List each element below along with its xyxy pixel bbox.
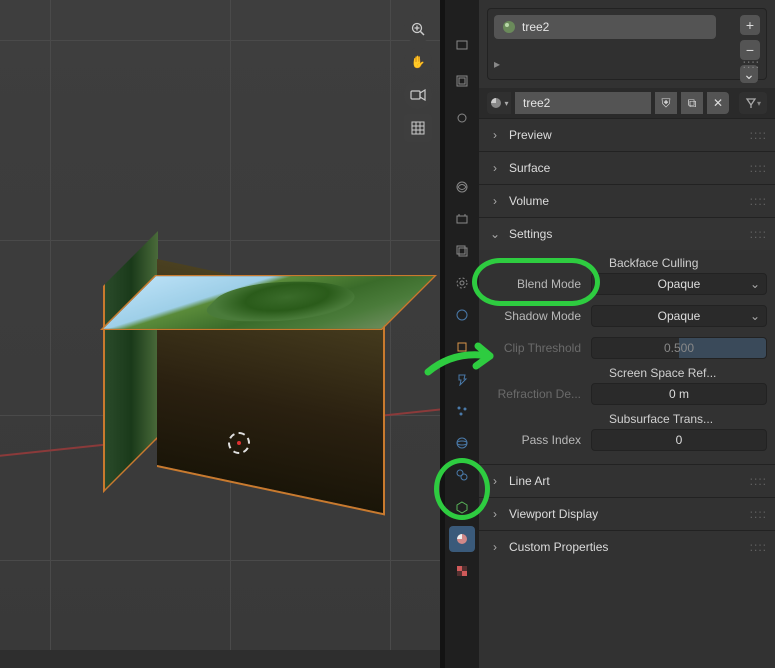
- hand-icon[interactable]: ✋: [404, 48, 432, 76]
- clip-threshold-field[interactable]: 0.500: [591, 337, 767, 359]
- backface-culling-row[interactable]: Backface Culling: [487, 256, 767, 270]
- properties-tab-strip: [445, 168, 479, 668]
- 3d-viewport[interactable]: ✋: [0, 0, 440, 650]
- panel-header-surface[interactable]: ›Surface::::: [479, 152, 775, 184]
- teapot-icon[interactable]: [453, 108, 471, 126]
- tab-render[interactable]: [449, 174, 475, 200]
- tab-world[interactable]: [449, 302, 475, 328]
- render-properties-icon[interactable]: [453, 36, 471, 54]
- tab-material[interactable]: [449, 526, 475, 552]
- material-name-field[interactable]: tree2: [515, 92, 651, 114]
- chevron-right-icon: ›: [489, 474, 501, 488]
- panel-header-custom-properties[interactable]: ›Custom Properties::::: [479, 531, 775, 563]
- material-slot-list[interactable]: tree2 + − ⌄ ▸ ::::: [487, 8, 767, 80]
- settings-panel-body: Backface Culling Blend Mode Opaque Shado…: [479, 250, 775, 464]
- material-datablock-row: ▾ tree2 ⛨ ⧉ ✕ ▾: [479, 88, 775, 118]
- tab-output[interactable]: [449, 206, 475, 232]
- play-icon: ▸: [494, 57, 500, 75]
- perspective-grid-icon[interactable]: [404, 114, 432, 142]
- clip-threshold-label: Clip Threshold: [487, 341, 591, 355]
- properties-panel: ■ tree2 › ◐ tree2 tree2 + − ⌄ ▸ :::: ▾ t…: [479, 0, 775, 668]
- cube-face-left: [103, 231, 158, 493]
- pass-index-field[interactable]: 0: [591, 429, 767, 451]
- shadow-mode-label: Shadow Mode: [487, 309, 591, 323]
- blend-mode-dropdown[interactable]: Opaque: [591, 273, 767, 295]
- panel-header-viewport-display[interactable]: ›Viewport Display::::: [479, 498, 775, 530]
- material-ball-icon: [502, 20, 516, 34]
- chevron-right-icon: ›: [489, 161, 501, 175]
- pin-dropdown-button[interactable]: ▾: [739, 92, 767, 114]
- chevron-right-icon: ›: [489, 128, 501, 142]
- camera-icon[interactable]: [404, 81, 432, 109]
- material-slot-item[interactable]: tree2: [494, 15, 716, 39]
- panel-header-volume[interactable]: ›Volume::::: [479, 185, 775, 217]
- tab-viewlayer[interactable]: [449, 238, 475, 264]
- panel-header-preview[interactable]: ›Preview::::: [479, 119, 775, 151]
- chevron-right-icon: ›: [489, 194, 501, 208]
- shield-icon[interactable]: ⛨: [655, 92, 677, 114]
- tab-particles[interactable]: [449, 398, 475, 424]
- refraction-depth-label: Refraction De...: [487, 387, 591, 401]
- shadow-mode-dropdown[interactable]: Opaque: [591, 305, 767, 327]
- chevron-right-icon: ›: [489, 507, 501, 521]
- mesh-cube-object[interactable]: [100, 230, 385, 510]
- add-slot-button[interactable]: +: [740, 15, 760, 35]
- chevron-right-icon: ›: [489, 540, 501, 554]
- blend-mode-label: Blend Mode: [487, 277, 591, 291]
- material-slot-name: tree2: [522, 20, 549, 34]
- copy-icon[interactable]: ⧉: [681, 92, 703, 114]
- tab-object[interactable]: [449, 334, 475, 360]
- output-properties-icon[interactable]: [453, 72, 471, 90]
- refraction-depth-field[interactable]: 0 m: [591, 383, 767, 405]
- tab-mesh-data[interactable]: [449, 494, 475, 520]
- tab-constraints[interactable]: [449, 462, 475, 488]
- tab-texture[interactable]: [449, 558, 475, 584]
- drag-handle-icon[interactable]: ::::: [743, 57, 760, 75]
- pass-index-label: Pass Index: [487, 433, 591, 447]
- subsurface-trans-row[interactable]: Subsurface Trans...: [487, 412, 767, 426]
- panel-header-settings[interactable]: ⌄Settings::::: [479, 218, 775, 250]
- 3d-cursor: [228, 432, 250, 454]
- tab-physics[interactable]: [449, 430, 475, 456]
- viewport-nav-gizmos: ✋: [404, 15, 432, 142]
- cube-face-top: [100, 275, 437, 330]
- tab-modifiers[interactable]: [449, 366, 475, 392]
- zoom-icon[interactable]: [404, 15, 432, 43]
- panel-header-lineart[interactable]: ›Line Art::::: [479, 465, 775, 497]
- screenspace-refraction-row[interactable]: Screen Space Ref...: [487, 366, 767, 380]
- material-browse-button[interactable]: ▾: [487, 92, 511, 114]
- tab-scene[interactable]: [449, 270, 475, 296]
- unlink-x-icon[interactable]: ✕: [707, 92, 729, 114]
- chevron-down-icon: ⌄: [489, 227, 501, 241]
